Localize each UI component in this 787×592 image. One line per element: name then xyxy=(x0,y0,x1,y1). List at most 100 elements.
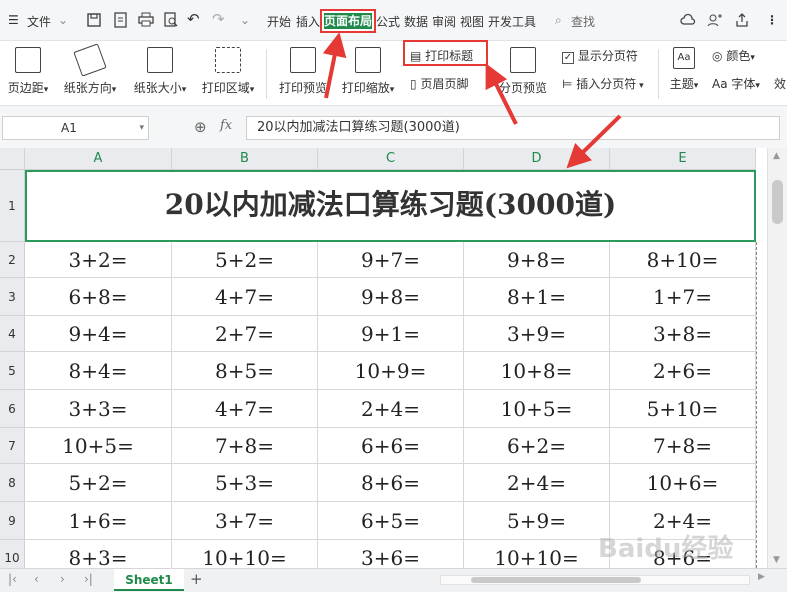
paper-size-button[interactable]: 纸张大小▾ xyxy=(130,47,190,96)
column-header-b[interactable]: B xyxy=(172,148,318,170)
table-cell[interactable]: 8+4= xyxy=(25,352,172,390)
table-cell[interactable]: 7+8= xyxy=(172,428,318,464)
tab-developer[interactable]: 开发工具 xyxy=(488,13,536,30)
tab-view[interactable]: 视图 xyxy=(460,13,484,30)
row-header[interactable]: 6 xyxy=(0,390,25,428)
table-cell[interactable]: 8+6= xyxy=(318,464,464,502)
vertical-scroll-thumb[interactable] xyxy=(772,180,783,224)
table-cell[interactable]: 8+10= xyxy=(610,242,756,278)
column-header-e[interactable]: E xyxy=(610,148,756,170)
chevron-down-icon[interactable]: ▾ xyxy=(139,117,144,139)
table-cell[interactable]: 6+8= xyxy=(25,278,172,316)
table-cell[interactable]: 3+2= xyxy=(25,242,172,278)
row-header[interactable]: 9 xyxy=(0,502,25,540)
search-icon[interactable]: ⌕ xyxy=(555,13,562,28)
table-cell[interactable]: 5+2= xyxy=(172,242,318,278)
chevron-down-icon[interactable]: ⌄ xyxy=(58,13,68,27)
tab-page-layout[interactable]: 页面布局 xyxy=(320,9,376,33)
column-header-d[interactable]: D xyxy=(464,148,610,170)
tab-home[interactable]: 开始 xyxy=(267,13,291,30)
tab-data[interactable]: 数据 xyxy=(404,13,428,30)
table-cell[interactable]: 1+7= xyxy=(610,278,756,316)
table-cell[interactable]: 9+1= xyxy=(318,316,464,352)
export-pdf-icon[interactable] xyxy=(113,12,129,28)
row-header[interactable]: 4 xyxy=(0,316,25,352)
show-page-breaks-checkbox[interactable]: ✓ 显示分页符 xyxy=(562,47,638,64)
page-break-preview-button[interactable]: 分页预览 xyxy=(496,47,550,96)
name-box[interactable]: A1 ▾ xyxy=(2,116,149,140)
first-sheet-icon[interactable]: |‹ xyxy=(8,572,17,586)
row-header[interactable]: 3 xyxy=(0,278,25,316)
table-cell[interactable]: 10+6= xyxy=(610,464,756,502)
print-icon[interactable] xyxy=(138,12,154,28)
table-cell[interactable]: 4+7= xyxy=(172,390,318,428)
scroll-right-icon[interactable]: ▶ xyxy=(758,572,765,582)
table-cell[interactable]: 10+8= xyxy=(464,352,610,390)
title-merged-cell[interactable]: 20以内加减法口算练习题(3000道) xyxy=(25,170,756,242)
sheet-tab-sheet1[interactable]: Sheet1 xyxy=(114,569,184,591)
tab-formulas[interactable]: 公式 xyxy=(376,13,400,30)
table-cell[interactable]: 10+5= xyxy=(464,390,610,428)
row-header[interactable]: 1 xyxy=(0,170,25,242)
print-preview-button[interactable]: 打印预览 xyxy=(276,47,330,96)
effects-button[interactable]: 效 xyxy=(774,75,786,92)
theme-button[interactable]: Aa 主题▾ xyxy=(666,47,702,92)
table-cell[interactable]: 9+4= xyxy=(25,316,172,352)
next-sheet-icon[interactable]: › xyxy=(60,572,65,586)
table-cell[interactable]: 6+2= xyxy=(464,428,610,464)
table-cell[interactable]: 6+5= xyxy=(318,502,464,540)
insert-page-break-button[interactable]: ⊨ 插入分页符 ▾ xyxy=(562,75,644,92)
column-header-c[interactable]: C xyxy=(318,148,464,170)
scroll-down-icon[interactable]: ▼ xyxy=(773,555,780,565)
file-menu[interactable]: 文件 xyxy=(27,13,51,30)
orientation-button[interactable]: 纸张方向▾ xyxy=(60,43,120,96)
function-label[interactable]: fx xyxy=(220,118,232,133)
tab-review[interactable]: 审阅 xyxy=(432,13,456,30)
row-header[interactable]: 7 xyxy=(0,428,25,464)
hamburger-icon[interactable]: ☰ xyxy=(8,13,19,27)
table-cell[interactable]: 2+4= xyxy=(318,390,464,428)
more-icon[interactable]: ⋮ xyxy=(766,13,778,27)
table-cell[interactable]: 10+9= xyxy=(318,352,464,390)
redo-icon[interactable]: ↷ xyxy=(212,10,225,28)
table-cell[interactable]: 1+6= xyxy=(25,502,172,540)
row-header[interactable]: 8 xyxy=(0,464,25,502)
table-cell[interactable]: 4+7= xyxy=(172,278,318,316)
add-sheet-button[interactable]: + xyxy=(190,570,203,588)
print-scale-button[interactable]: 打印缩放▾ xyxy=(337,47,399,96)
vertical-scrollbar[interactable]: ▲ ▼ xyxy=(767,148,787,568)
save-icon[interactable] xyxy=(86,12,102,28)
share-icon[interactable] xyxy=(734,12,750,28)
print-preview-icon[interactable] xyxy=(163,12,179,28)
table-cell[interactable]: 5+2= xyxy=(25,464,172,502)
undo-icon[interactable]: ↶ xyxy=(187,10,200,28)
font-button[interactable]: Aa 字体▾ xyxy=(712,75,760,92)
table-cell[interactable]: 9+8= xyxy=(318,278,464,316)
prev-sheet-icon[interactable]: ‹ xyxy=(34,572,39,586)
table-cell[interactable]: 3+9= xyxy=(464,316,610,352)
last-sheet-icon[interactable]: ›| xyxy=(84,572,93,586)
table-cell[interactable]: 8+5= xyxy=(172,352,318,390)
select-all-corner[interactable] xyxy=(0,148,25,170)
tab-insert[interactable]: 插入 xyxy=(296,13,320,30)
table-cell[interactable]: 9+7= xyxy=(318,242,464,278)
collaborate-icon[interactable] xyxy=(707,12,723,28)
table-cell[interactable]: 8+1= xyxy=(464,278,610,316)
header-footer-button[interactable]: ▯ 页眉页脚 xyxy=(410,75,468,92)
table-cell[interactable]: 7+8= xyxy=(610,428,756,464)
cloud-icon[interactable] xyxy=(680,12,696,28)
table-cell[interactable]: 6+6= xyxy=(318,428,464,464)
formula-input[interactable]: 20以内加减法口算练习题(3000道) xyxy=(246,116,780,140)
table-cell[interactable]: 2+4= xyxy=(464,464,610,502)
horizontal-scrollbar[interactable] xyxy=(440,575,750,585)
scroll-up-icon[interactable]: ▲ xyxy=(773,151,780,161)
table-cell[interactable]: 3+8= xyxy=(610,316,756,352)
horizontal-scroll-thumb[interactable] xyxy=(471,577,641,583)
column-header-a[interactable]: A xyxy=(25,148,172,170)
table-cell[interactable]: 3+7= xyxy=(172,502,318,540)
row-header[interactable]: 2 xyxy=(0,242,25,278)
table-cell[interactable]: 3+3= xyxy=(25,390,172,428)
margins-button[interactable]: 页边距▾ xyxy=(4,47,52,96)
row-header[interactable]: 5 xyxy=(0,352,25,390)
color-button[interactable]: ◎ 颜色▾ xyxy=(712,47,755,64)
